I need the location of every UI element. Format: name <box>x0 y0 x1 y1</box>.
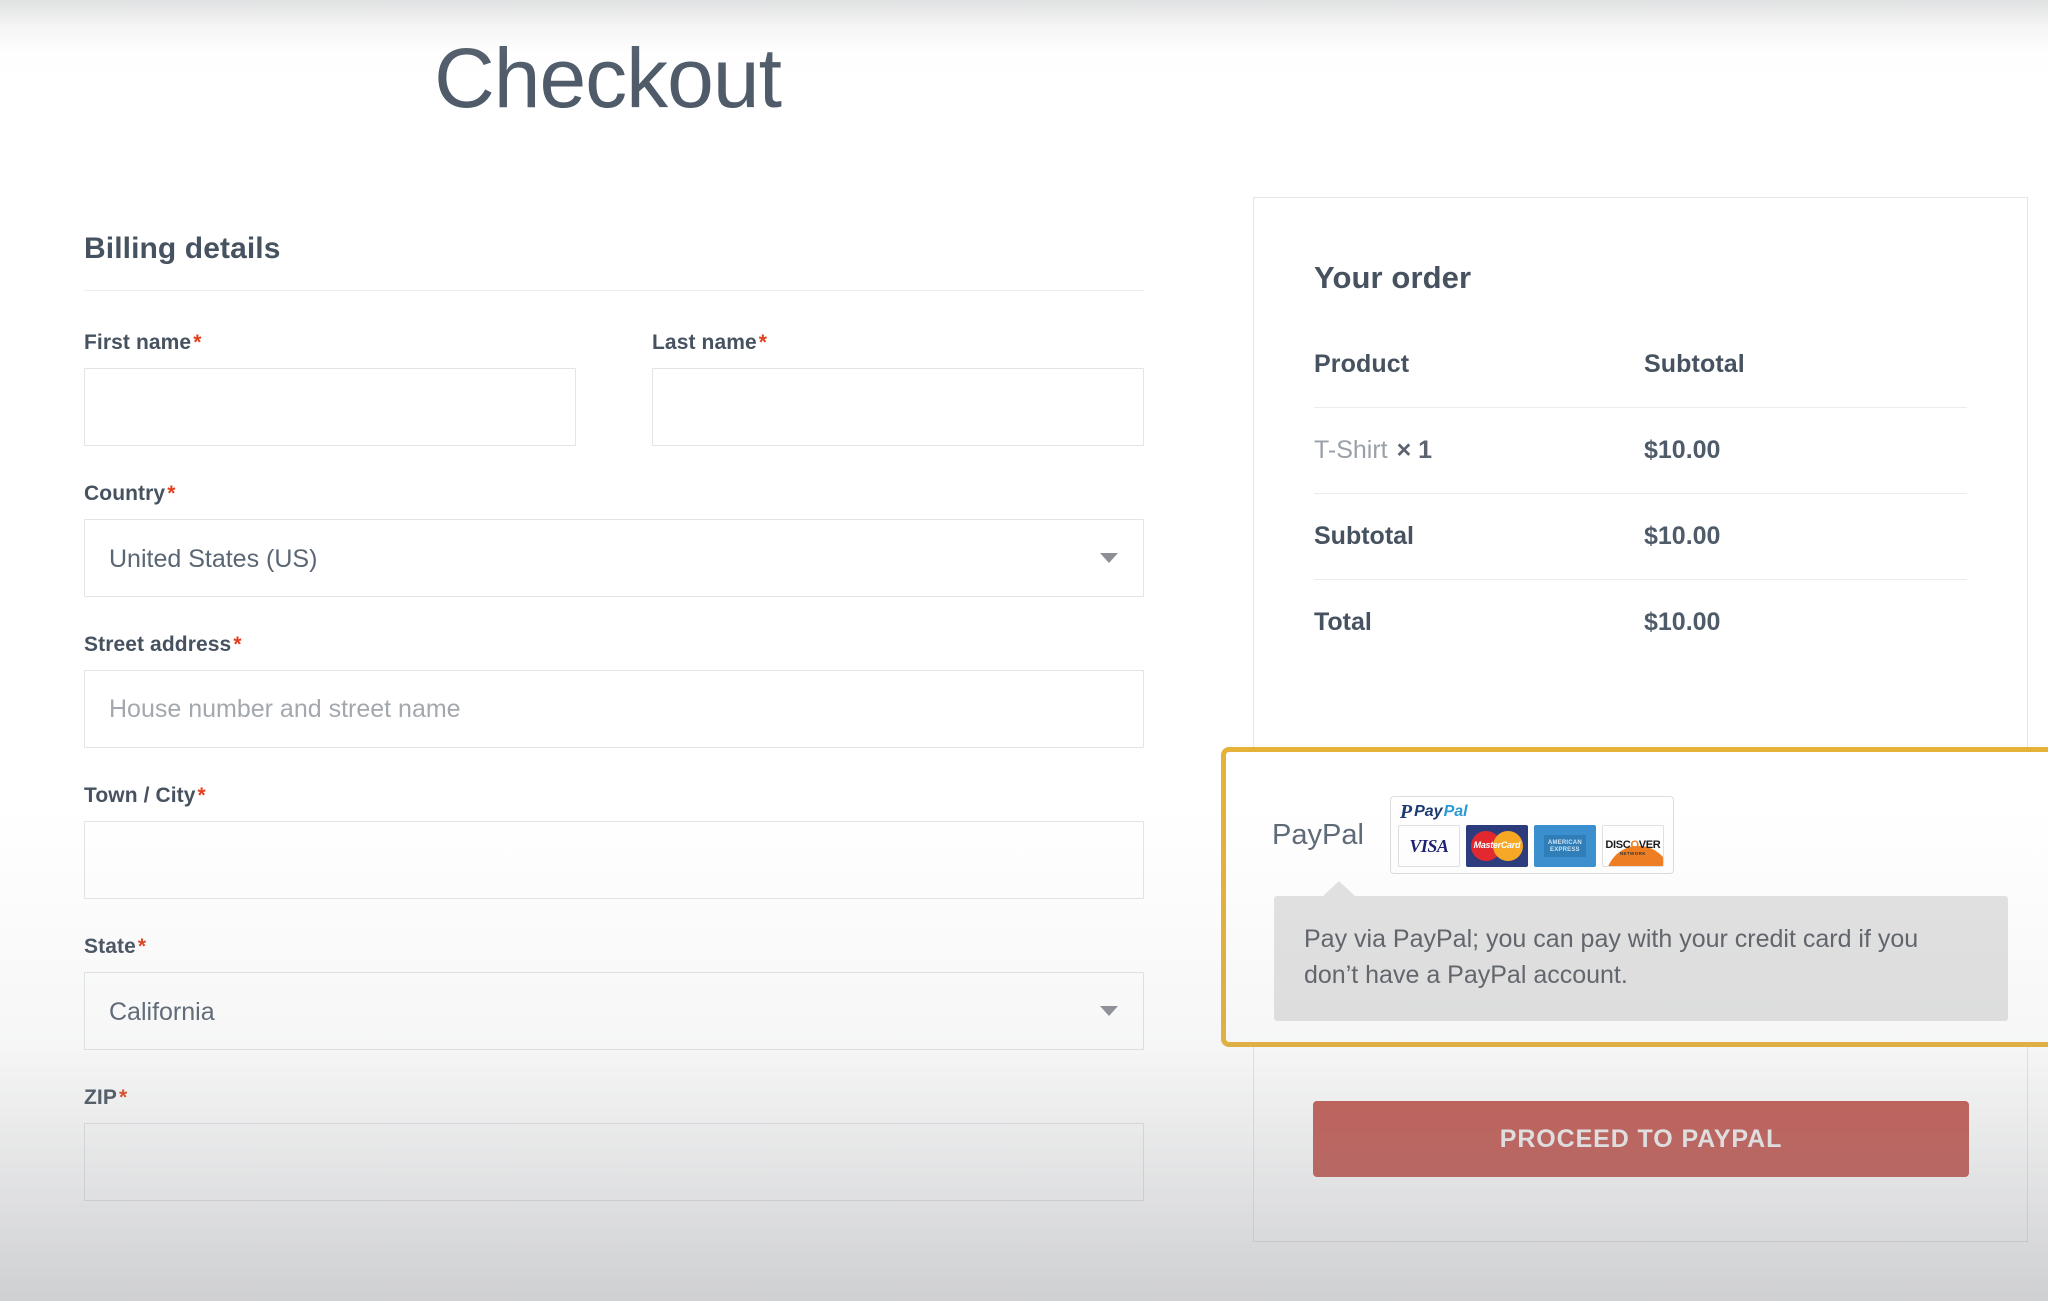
paypal-payment-method-highlight[interactable]: PayPal P Pay Pal VISA MasterCard AMERICA… <box>1221 747 2048 1047</box>
order-item-product-cell: T-Shirt × 1 <box>1314 407 1644 494</box>
billing-details-section: Billing details First name* Last name* C… <box>84 232 1144 1237</box>
column-header-subtotal: Subtotal <box>1644 350 1745 378</box>
amex-line-two: EXPRESS <box>1550 846 1580 853</box>
visa-card-icon: VISA <box>1397 825 1460 867</box>
tooltip-arrow-icon <box>1322 881 1356 897</box>
required-asterisk: * <box>118 1086 128 1109</box>
state-select-wrap: California <box>84 972 1144 1050</box>
checkout-page: Checkout Billing details First name* Las… <box>0 0 2048 1301</box>
column-header-product: Product <box>1314 350 1410 378</box>
page-title: Checkout <box>434 31 782 125</box>
last-name-label: Last name* <box>652 331 768 354</box>
amex-card-icon: AMERICAN EXPRESS <box>1533 825 1596 867</box>
paypal-pay-text: Pay <box>1414 803 1443 820</box>
total-label: Total <box>1314 579 1644 665</box>
table-row: T-Shirt × 1 $10.00 <box>1314 407 1967 494</box>
mastercard-label: MasterCard <box>1473 840 1521 850</box>
state-label: State* <box>84 935 147 958</box>
order-summary-table: Product Subtotal T-Shirt × 1 $10.00 Subto… <box>1314 350 1967 665</box>
street-address-input[interactable] <box>84 670 1144 748</box>
paypal-method-label: PayPal <box>1272 818 1364 851</box>
amex-label-box: AMERICAN EXPRESS <box>1543 835 1586 857</box>
order-item-amount: $10.00 <box>1644 407 1967 494</box>
subtotal-amount: $10.00 <box>1644 493 1967 580</box>
required-asterisk: * <box>233 633 242 656</box>
paypal-method-row[interactable]: PayPal P Pay Pal VISA MasterCard AMERICA… <box>1226 752 2048 874</box>
paypal-p-icon: P <box>1399 801 1412 823</box>
required-asterisk: * <box>193 331 202 354</box>
name-row: First name* Last name* <box>84 331 1144 446</box>
visa-card-label: VISA <box>1409 835 1449 856</box>
paypal-logo: P Pay Pal <box>1398 802 1666 822</box>
mastercard-card-icon: MasterCard <box>1465 825 1528 867</box>
amex-line-one: AMERICAN <box>1547 839 1582 846</box>
paypal-pal-text: Pal <box>1443 803 1468 820</box>
country-field-group: Country* United States (US) <box>84 482 1144 597</box>
zip-input[interactable] <box>84 1123 1144 1201</box>
order-item-name: T-Shirt <box>1314 436 1388 464</box>
zip-field-group: ZIP* <box>84 1086 1144 1201</box>
city-field-group: Town / City* <box>84 784 1144 899</box>
order-item-quantity: × 1 <box>1396 436 1433 464</box>
mastercard-circles: MasterCard <box>1470 831 1523 861</box>
state-select[interactable]: California <box>84 972 1144 1050</box>
state-field-group: State* California <box>84 935 1144 1050</box>
billing-details-heading: Billing details <box>84 232 281 265</box>
proceed-to-paypal-button[interactable]: PROCEED TO PAYPAL <box>1313 1101 1969 1177</box>
total-amount: $10.00 <box>1644 579 1967 665</box>
country-select[interactable]: United States (US) <box>84 519 1144 597</box>
required-asterisk: * <box>197 784 206 807</box>
discover-network-label: NETWORK <box>1619 851 1646 856</box>
discover-label: DISCOVER <box>1605 839 1661 851</box>
country-select-wrap: United States (US) <box>84 519 1144 597</box>
paypal-description-tooltip: Pay via PayPal; you can pay with your cr… <box>1274 881 2008 1021</box>
table-row: Subtotal $10.00 <box>1314 493 1967 580</box>
required-asterisk: * <box>137 935 147 958</box>
zip-label: ZIP* <box>84 1086 128 1109</box>
paypal-acceptance-mark[interactable]: P Pay Pal VISA MasterCard AMERICAN EXPRE… <box>1389 796 1674 874</box>
order-summary-heading: Your order <box>1314 260 1472 295</box>
first-name-input[interactable] <box>84 368 576 446</box>
country-label: Country* <box>84 482 176 505</box>
order-table-header-row: Product Subtotal <box>1314 350 1967 408</box>
city-input[interactable] <box>84 821 1144 899</box>
last-name-input[interactable] <box>652 368 1144 446</box>
discover-card-icon: DISCOVER NETWORK <box>1601 825 1664 867</box>
city-label: Town / City* <box>84 784 206 807</box>
paypal-description-text: Pay via PayPal; you can pay with your cr… <box>1304 925 1919 989</box>
accepted-cards-list: VISA MasterCard AMERICAN EXPRESS DISCOVE… <box>1397 825 1666 867</box>
order-table-head: Product Subtotal <box>1314 350 1967 408</box>
street-address-label: Street address* <box>84 633 242 656</box>
street-address-field-group: Street address* <box>84 633 1144 748</box>
required-asterisk: * <box>167 482 176 505</box>
last-name-field-group: Last name* <box>652 331 1144 446</box>
order-table-body: T-Shirt × 1 $10.00 Subtotal $10.00 Total … <box>1314 407 1967 665</box>
table-row: Total $10.00 <box>1314 579 1967 665</box>
order-summary-panel: Your order Product Subtotal T-Shirt × 1 $… <box>1253 197 2028 1242</box>
subtotal-label: Subtotal <box>1314 493 1644 580</box>
first-name-field-group: First name* <box>84 331 576 446</box>
heading-divider <box>84 290 1144 291</box>
first-name-label: First name* <box>84 331 202 354</box>
required-asterisk: * <box>758 331 768 354</box>
